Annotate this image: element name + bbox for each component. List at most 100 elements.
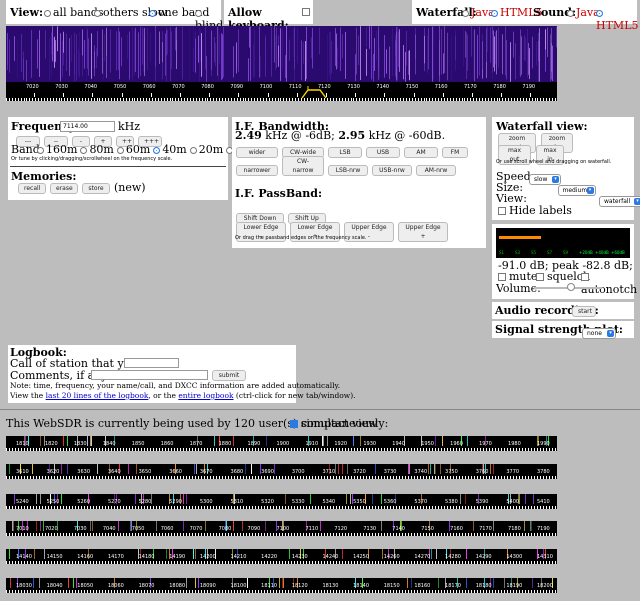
waterfall-signal-trace	[528, 42, 529, 75]
passband-indicator[interactable]	[300, 85, 328, 99]
volume-slider[interactable]	[534, 283, 602, 291]
waterfall-signal-trace	[249, 27, 250, 48]
waterfall-signal-trace	[175, 27, 176, 51]
signal-plot-select[interactable]: none ▾	[582, 328, 616, 339]
band-minor-tick	[543, 476, 544, 479]
passband-upper-edge-button[interactable]: Upper Edge +	[398, 222, 448, 242]
band-minor-tick	[219, 506, 220, 509]
waterfall-minor-tick	[137, 98, 139, 101]
band-spectrum[interactable]: 5240 5250 5260 5270 5280 5290 5300 5310 5320 5330…	[6, 494, 557, 509]
mode-am-nrw-button[interactable]: AM-nrw	[416, 165, 456, 176]
signal-marker	[289, 549, 290, 559]
view-select[interactable]: waterfall ▾	[599, 196, 640, 207]
waterfall-signal-trace	[473, 31, 474, 79]
band-option-40m[interactable]: 40m	[153, 143, 187, 156]
band-minor-tick	[522, 533, 523, 536]
band-spectrum[interactable]: 14140 14150 14160 14170 14180 14190 14200 14210…	[6, 549, 557, 564]
band-minor-tick	[207, 533, 208, 536]
band-minor-tick	[399, 561, 400, 564]
band-minor-tick	[354, 561, 355, 564]
band-spectrum[interactable]: 7010 7020 7030 7040 7050 7060 7070 7080 7090 7100…	[6, 521, 557, 536]
band-tick-label: 1840	[102, 441, 116, 447]
waterfall-frequency-scale[interactable]: 7020 7030 7040 7050 7060 7070 7080 7090 7100 7110…	[6, 82, 557, 101]
band-spectrum[interactable]: 18030 18040 18050 18060 18070 18080 18090 18100…	[6, 578, 557, 593]
band-option-60m[interactable]: 60m	[116, 143, 150, 156]
band-tick-label: 5270	[107, 499, 121, 505]
volume-knob[interactable]	[567, 283, 576, 291]
waterfall-signal-trace	[69, 38, 70, 76]
band-minor-tick	[168, 506, 169, 509]
waterfall-signal-trace	[505, 26, 506, 76]
band-minor-tick	[78, 590, 79, 593]
waterfall-minor-tick	[73, 98, 75, 101]
logbook-submit-button[interactable]: submit	[212, 370, 246, 381]
signal-marker	[251, 464, 252, 474]
mode-narrower-button[interactable]: narrower	[236, 165, 278, 176]
band-option-20m[interactable]: 20m	[189, 143, 223, 156]
band-spectrum[interactable]: 3610 3620 3630 3640 3650 3660 3670 3680 3690 3700…	[6, 464, 557, 479]
band-option-160m[interactable]: 160m	[37, 143, 77, 156]
view-section: View: all bands others slow one band bli…	[6, 0, 223, 32]
band-minor-tick	[420, 561, 421, 564]
band-minor-tick	[555, 590, 556, 593]
call-input[interactable]	[124, 358, 179, 368]
band-minor-tick	[477, 590, 478, 593]
band-minor-tick	[258, 590, 259, 593]
logbook-entire-link[interactable]: entire logbook	[178, 391, 233, 400]
speed-select[interactable]: slow ▾	[529, 174, 561, 185]
waterfall-java[interactable]: Java	[462, 6, 495, 19]
waterfall-minor-tick	[441, 98, 443, 101]
mode-lsb-nrw-button[interactable]: LSB-nrw	[328, 165, 368, 176]
logbook-links: View the last 20 lines of the logbook, o…	[10, 391, 356, 400]
waterfall-display[interactable]	[6, 26, 557, 82]
signal-marker	[322, 436, 323, 446]
waterfall-minor-tick	[347, 98, 349, 101]
band-minor-tick	[189, 533, 190, 536]
mode-cw-narrow-button[interactable]: CW-narrow	[282, 156, 324, 176]
band-minor-tick	[339, 533, 340, 536]
recording-start-button[interactable]: start	[572, 306, 596, 317]
band-minor-tick	[297, 533, 298, 536]
autonotch-option[interactable]: autonotch	[581, 270, 637, 296]
signal-marker	[242, 521, 243, 531]
band-option-80m[interactable]: 80m	[80, 143, 114, 156]
band-minor-tick	[90, 506, 91, 509]
sound-java[interactable]: Java	[567, 6, 600, 19]
waterfall-minor-tick	[470, 98, 472, 101]
band-minor-tick	[393, 533, 394, 536]
band-minor-tick	[147, 506, 148, 509]
band-spectrum[interactable]: 1810 1820 1830 1840 1850 1860 1870 1880 1890 1900…	[6, 436, 557, 451]
hide-labels-option[interactable]: Hide labels	[498, 204, 572, 217]
sound-html5[interactable]: HTML5	[596, 6, 639, 32]
band-minor-tick	[462, 561, 463, 564]
band-tick-label: 18050	[77, 583, 94, 589]
band-minor-tick	[402, 561, 403, 564]
memory-store-button[interactable]: store	[82, 183, 110, 194]
memory-erase-button[interactable]: erase	[50, 183, 78, 194]
band-tick-label: 5310	[230, 499, 244, 505]
waterfall-minor-tick	[38, 98, 40, 101]
compact-view-option[interactable]: compact view	[290, 417, 378, 430]
waterfall-minor-tick	[505, 98, 507, 101]
band-minor-tick	[426, 476, 427, 479]
band-minor-tick	[36, 476, 37, 479]
memory-recall-button[interactable]: recall	[18, 183, 46, 194]
band-tick-label: 5290	[169, 499, 182, 505]
frequency-input[interactable]: 7114.00	[60, 121, 115, 132]
band-minor-tick	[510, 590, 511, 593]
size-select[interactable]: medium ▾	[557, 185, 596, 196]
band-minor-tick	[507, 476, 508, 479]
signal-marker	[91, 436, 92, 446]
waterfall-view-panel: Waterfall view: zoom out zoom in max out…	[492, 117, 640, 220]
mode-usb-nrw-button[interactable]: USB-nrw	[372, 165, 412, 176]
logbook-last20-link[interactable]: last 20 lines of the logbook	[46, 391, 149, 400]
waterfall-minor-tick	[496, 98, 498, 101]
comments-input[interactable]	[91, 370, 208, 380]
keyboard-checkbox[interactable]	[302, 8, 310, 16]
band-minor-tick	[459, 533, 460, 536]
waterfall-canvas[interactable]	[6, 26, 557, 82]
band-minor-tick	[69, 448, 70, 451]
band-minor-tick	[348, 506, 349, 509]
band-tick-label: 14300	[506, 554, 523, 560]
band-minor-tick	[240, 590, 241, 593]
